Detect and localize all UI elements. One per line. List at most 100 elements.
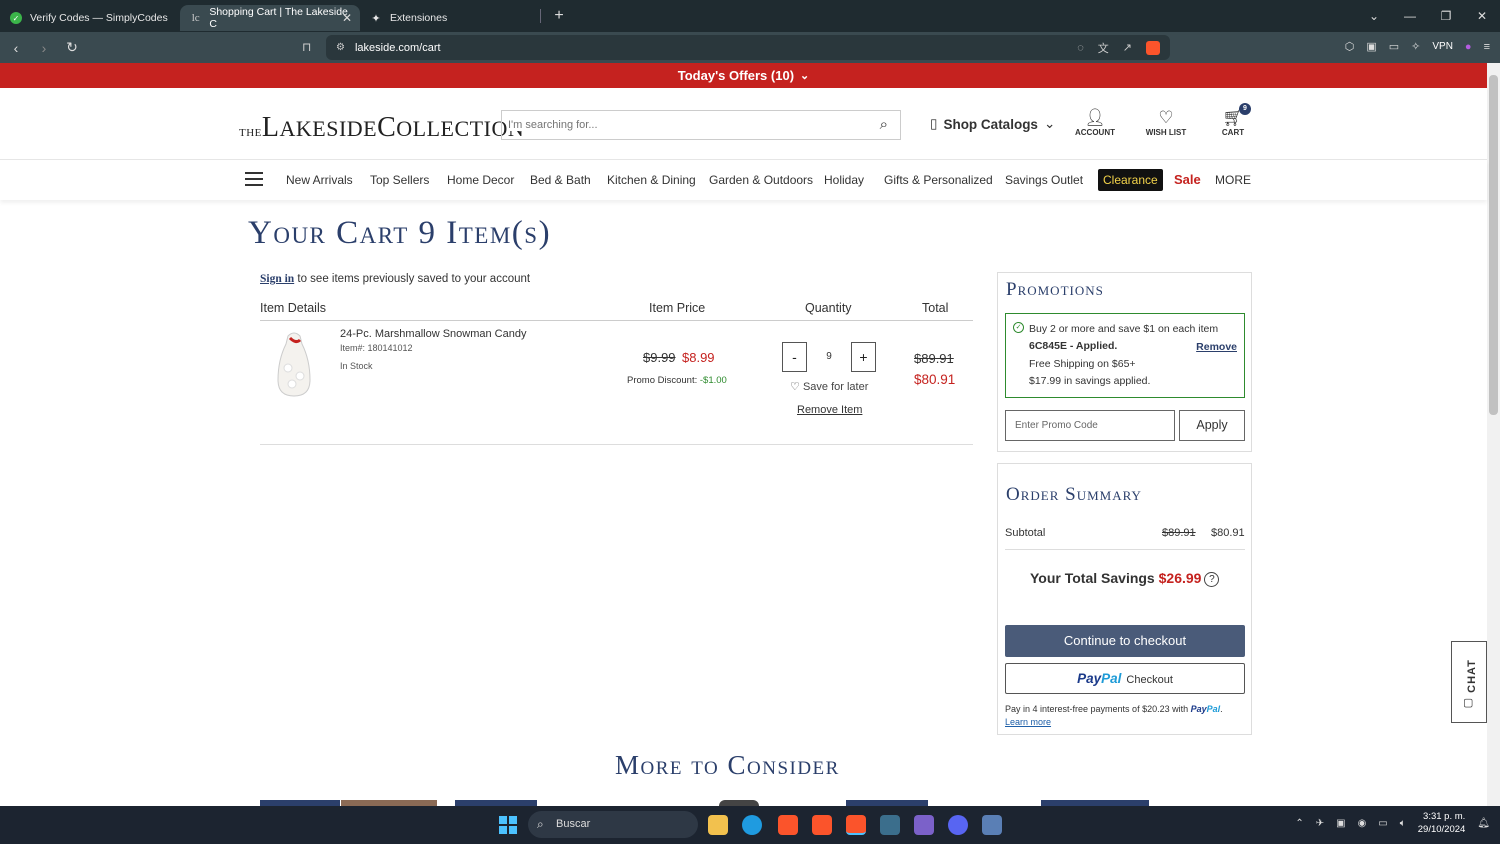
steam-icon[interactable]: ◉ [1358,818,1367,829]
browser-tools: ⬡ ▣ ▭ ✧ VPN ● ≡ [1345,40,1490,54]
share-icon[interactable]: ↗ [1123,41,1132,54]
tray-app-icon[interactable]: ▣ [1336,818,1345,829]
decrease-quantity-button[interactable]: - [782,342,807,372]
hamburger-menu-icon[interactable] [245,172,263,190]
todays-offers-bar[interactable]: Today's Offers (10) ⌄ [0,63,1487,88]
photos-app-icon[interactable] [880,815,900,835]
wallet-icon[interactable]: ▭ [1389,40,1399,53]
taskbar-search-label: Buscar [556,818,591,830]
chat-bubble-icon: ▢ [1463,697,1474,709]
address-bar[interactable]: ⚙ lakeside.com/cart ◌ 文 ↗ [326,35,1170,60]
increase-quantity-button[interactable]: + [851,342,876,372]
windows-start-icon[interactable] [499,816,517,834]
extensions-icon[interactable]: ⬡ [1345,40,1355,53]
leo-ai-icon[interactable]: ✧ [1411,40,1420,53]
brave-active-icon[interactable] [846,815,866,835]
learn-more-link[interactable]: Learn more [1005,717,1051,727]
tab-extensions[interactable]: ✦ Extensiones [360,5,540,31]
minimize-icon[interactable]: — [1392,9,1428,23]
product-name[interactable]: 24-Pc. Marshmallow Snowman Candy [340,328,526,340]
tab-simplycodes[interactable]: ✓ Verify Codes — SimplyCodes [0,5,180,31]
bookmark-icon[interactable]: ⊓ [302,40,311,54]
lakeside-logo[interactable]: THELAKESIDECOLLECTION [239,112,524,144]
edge-icon[interactable] [742,815,762,835]
nav-home-decor[interactable]: Home Decor [447,173,514,187]
continue-to-checkout-button[interactable]: Continue to checkout [1005,625,1245,657]
apply-promo-button[interactable]: Apply [1179,410,1245,441]
close-tab-icon[interactable]: ✕ [342,11,352,25]
divider [260,444,973,445]
account-button[interactable]: 👤︎ ACCOUNT [1065,108,1125,137]
remove-item-link[interactable]: Remove Item [797,404,862,416]
puzzle-icon: ✦ [371,12,381,25]
nav-kitchen-dining[interactable]: Kitchen & Dining [607,173,696,187]
nav-holiday[interactable]: Holiday [824,173,864,187]
wishlist-button[interactable]: ♡ WISH LIST [1136,108,1196,137]
product-image[interactable] [274,330,314,398]
check-circle-icon: ✓ [1013,322,1024,333]
line-total: $80.91 [914,372,956,387]
cart-button[interactable]: 🛒︎ 9 CART [1203,103,1263,137]
chat-button[interactable]: CHAT ▢ [1451,641,1487,723]
nav-new-arrivals[interactable]: New Arrivals [286,173,353,187]
page-scrollbar[interactable] [1487,63,1500,806]
nav-garden-outdoors[interactable]: Garden & Outdoors [709,173,813,187]
discord-icon[interactable] [948,815,968,835]
restore-icon[interactable]: ❐ [1428,9,1464,23]
order-summary-title: Order Summary [1006,484,1142,505]
translate-icon[interactable]: 文 [1098,40,1109,56]
file-explorer-icon[interactable] [708,815,728,835]
pay-in-4-text: Pay in 4 interest-free payments of $20.2… [1005,704,1191,714]
show-hidden-icons-icon[interactable]: ⌃ [1295,818,1303,829]
tab-title: Extensiones [390,12,448,24]
volume-icon[interactable]: 🔈︎ [1400,818,1406,829]
sidebar-icon[interactable]: ▣ [1366,40,1376,53]
tab-shopping-cart[interactable]: lc Shopping Cart | The Lakeside C ✕ [180,5,360,31]
tab-list-icon[interactable]: ⌄ [1356,9,1392,23]
nav-clearance[interactable]: Clearance [1098,169,1163,191]
nav-more[interactable]: MORE [1215,173,1251,187]
main-navigation: New Arrivals Top Sellers Home Decor Bed … [0,160,1487,200]
search-icon[interactable]: ⌕ [880,116,888,133]
menu-icon[interactable]: ≡ [1484,41,1490,53]
tray-app-icon[interactable]: ✈ [1316,818,1324,829]
stock-status: In Stock [340,361,373,371]
nav-gifts-personalized[interactable]: Gifts & Personalized [884,173,993,187]
taskbar-clock[interactable]: 3:31 p. m. 29/10/2024 [1418,810,1466,836]
reader-icon[interactable]: ◌ [1077,42,1084,54]
account-label: ACCOUNT [1075,128,1115,137]
back-icon[interactable]: ‹ [4,40,28,56]
quantity-input[interactable]: 9 [812,342,846,372]
paypal-logo-pal: Pal [1101,671,1122,686]
paypal-logo-pay: Pay [1190,704,1207,714]
notifications-icon[interactable]: 🔔︎ [1477,818,1490,829]
paypal-checkout-button[interactable]: PayPal Checkout [1005,663,1245,694]
forward-icon[interactable]: › [32,40,56,56]
help-icon[interactable]: ? [1204,572,1220,587]
shop-catalogs-button[interactable]: ▯ Shop Catalogs ⌄ [930,116,1055,132]
feather-app-icon[interactable] [914,815,934,835]
brave-shield-icon[interactable] [1146,40,1160,55]
remove-promo-link[interactable]: Remove [1196,341,1237,353]
rewards-icon[interactable]: ● [1465,41,1472,53]
scrollbar-thumb[interactable] [1489,75,1498,415]
search-input[interactable] [508,119,848,131]
nav-top-sellers[interactable]: Top Sellers [370,173,429,187]
nav-savings-outlet[interactable]: Savings Outlet [1005,173,1083,187]
nav-sale[interactable]: Sale [1174,172,1201,187]
new-tab-icon[interactable]: + [549,7,569,25]
reload-icon[interactable]: ↻ [60,39,84,56]
brave-icon[interactable] [812,815,832,835]
taskbar-search[interactable]: ⌕ Buscar [528,811,698,838]
sign-in-link[interactable]: Sign in [260,273,294,285]
site-info-icon[interactable]: ⚙ [336,42,345,53]
nav-bed-bath[interactable]: Bed & Bath [530,173,591,187]
simplycodes-icon: ✓ [10,12,22,24]
calculator-icon[interactable] [982,815,1002,835]
network-icon[interactable]: ▭ [1378,818,1387,829]
close-window-icon[interactable]: ✕ [1464,9,1500,23]
vpn-button[interactable]: VPN [1432,41,1453,52]
save-for-later-button[interactable]: ♡ Save for later [790,380,868,393]
brave-icon[interactable] [778,815,798,835]
promo-code-input[interactable]: Enter Promo Code [1005,410,1175,441]
